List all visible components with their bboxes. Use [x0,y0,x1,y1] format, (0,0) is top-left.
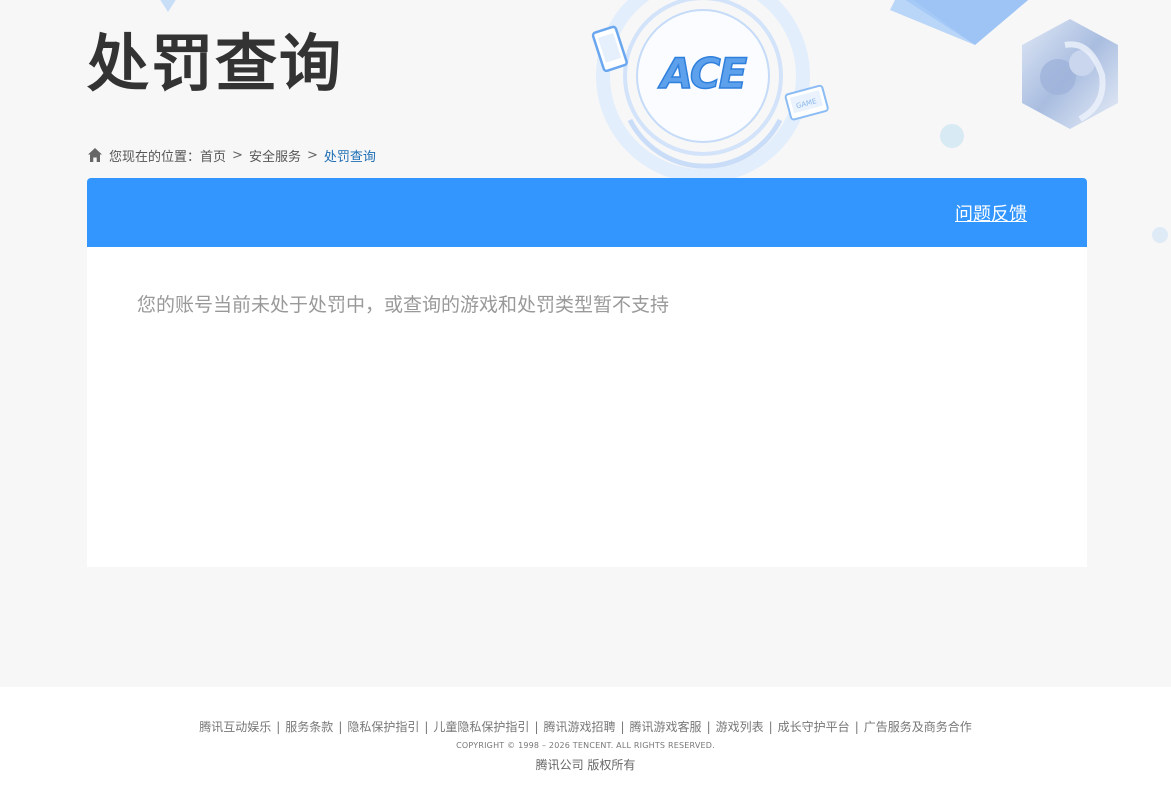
footer-separator: | [620,719,625,734]
feedback-link[interactable]: 问题反馈 [955,200,1027,226]
breadcrumb-current: 处罚查询 [323,149,376,165]
footer-link-careers[interactable]: 腾讯游戏招聘 [543,718,615,735]
decor-dot-icon [940,124,964,148]
breadcrumb-security-link[interactable]: 安全服务 [249,146,301,165]
decor-triangle-icon [890,0,1029,45]
footer-link-child-privacy[interactable]: 儿童隐私保护指引 [433,718,529,735]
page-title: 处罚查询 [87,27,344,100]
footer-link-growth-guardian[interactable]: 成长守护平台 [778,718,850,735]
breadcrumb-separator: > [232,147,243,163]
footer-link-customer-service[interactable]: 腾讯游戏客服 [630,718,702,735]
page: GAME ACE 处罚查询 您现在的位置： 首页 > 安全服务 > 处罚查询 问… [0,0,1171,797]
footer-link-advertising[interactable]: 广告服务及商务合作 [864,718,972,735]
result-message: 您的账号当前未处于处罚中，或查询的游戏和处罚类型暂不支持 [137,294,670,316]
footer-separator: | [534,719,539,734]
home-icon [88,148,102,162]
footer-separator: | [338,719,343,734]
footer-links: 腾讯互动娱乐 | 服务条款 | 隐私保护指引 | 儿童隐私保护指引 | 腾讯游戏… [0,718,1171,735]
footer-separator: | [854,719,859,734]
logo-text: ACE [658,49,748,98]
footer-separator: | [768,719,773,734]
device-label: GAME [795,97,817,110]
footer-company: 腾讯公司 版权所有 [535,758,636,772]
breadcrumb-prefix: 您现在的位置： [109,149,201,165]
footer-separator: | [276,719,281,734]
breadcrumb-home-link[interactable]: 首页 [200,146,226,165]
footer-link-privacy[interactable]: 隐私保护指引 [347,718,419,735]
footer-link-interactive-entertainment[interactable]: 腾讯互动娱乐 [199,718,271,735]
decor-triangle-icon [160,0,176,12]
decor-dot-icon [1152,227,1168,243]
footer-separator: | [424,719,429,734]
panel-header: 问题反馈 [87,178,1087,247]
footer-link-game-list[interactable]: 游戏列表 [716,718,764,735]
breadcrumb-separator: > [306,147,318,163]
breadcrumb: 您现在的位置： 首页 > 安全服务 > 处罚查询 [87,145,376,165]
ace-logo-icon: GAME ACE [591,0,829,180]
result-panel: 问题反馈 您的账号当前未处于处罚中，或查询的游戏和处罚类型暂不支持 [87,178,1087,567]
footer-copyright: COPYRIGHT © 1998 – 2026 TENCENT. ALL RIG… [456,741,715,750]
footer-link-terms[interactable]: 服务条款 [285,718,333,735]
footer-separator: | [706,719,711,734]
footer: 腾讯互动娱乐 | 服务条款 | 隐私保护指引 | 儿童隐私保护指引 | 腾讯游戏… [0,687,1171,797]
character-hexagon-icon [1022,19,1118,129]
